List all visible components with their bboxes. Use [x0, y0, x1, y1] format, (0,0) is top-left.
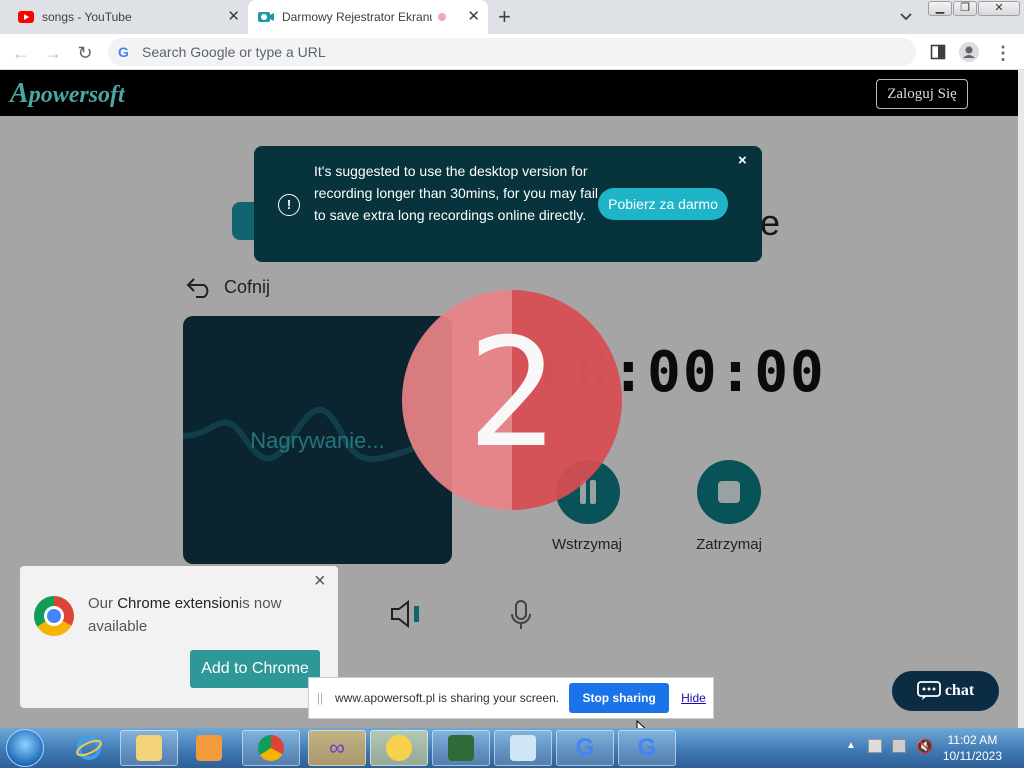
- chevron-down-icon[interactable]: [896, 6, 916, 26]
- apowersoft-logo[interactable]: Apowersoft: [10, 78, 125, 110]
- warning-icon: !: [278, 194, 300, 216]
- side-panel-icon[interactable]: [930, 44, 946, 60]
- sharing-message: www.apowersoft.pl is sharing your screen…: [335, 691, 560, 705]
- mouse-cursor-icon: [636, 720, 646, 728]
- google-icon[interactable]: G: [556, 730, 614, 766]
- google-icon[interactable]: G: [618, 730, 676, 766]
- windows-taskbar: ∞ G G ▲ 🔇 11:02 AM 10/11/2023: [0, 728, 1024, 768]
- drag-handle-icon[interactable]: ||: [309, 691, 331, 705]
- system-monitor-icon[interactable]: [432, 730, 490, 766]
- bee-app-icon[interactable]: [370, 730, 428, 766]
- close-window-button[interactable]: ✕: [978, 1, 1020, 16]
- restore-button[interactable]: ❐: [953, 1, 977, 16]
- tab-strip: songs - YouTube ✕ Darmowy Rejestrator Ek…: [0, 0, 1024, 34]
- tab-title: Darmowy Rejestrator Ekranu: [282, 10, 432, 24]
- page-scrollbar[interactable]: [1018, 70, 1024, 728]
- notepad-icon[interactable]: [494, 730, 552, 766]
- infinity-app-icon[interactable]: ∞: [308, 730, 366, 766]
- chat-label: chat: [944, 682, 975, 699]
- close-tab-icon[interactable]: ✕: [227, 9, 240, 25]
- desktop-version-notice: ! It's suggested to use the desktop vers…: [254, 146, 762, 262]
- back-arrow-icon[interactable]: ←: [10, 42, 32, 64]
- tab-title: songs - YouTube: [42, 10, 132, 24]
- show-hidden-icons-icon[interactable]: ▲: [846, 740, 856, 751]
- chrome-extension-popup: Our Chrome extensionis now available × A…: [20, 566, 338, 708]
- clock[interactable]: 11:02 AM 10/11/2023: [943, 732, 1002, 764]
- download-free-button[interactable]: Pobierz za darmo: [598, 188, 728, 220]
- extension-text-prefix: Our: [88, 595, 118, 612]
- google-icon: G: [118, 44, 129, 60]
- file-explorer-icon[interactable]: [120, 730, 178, 766]
- tab-apowersoft[interactable]: Darmowy Rejestrator Ekranu ✕: [248, 0, 488, 34]
- kebab-menu-icon[interactable]: ⋮: [992, 42, 1014, 64]
- countdown-circle: 2: [402, 290, 622, 510]
- media-player-icon[interactable]: [180, 730, 238, 766]
- add-to-chrome-button[interactable]: Add to Chrome: [190, 650, 320, 688]
- close-icon[interactable]: ×: [738, 152, 747, 169]
- forward-arrow-icon[interactable]: →: [42, 42, 64, 64]
- reload-icon[interactable]: ↻: [74, 42, 96, 64]
- close-icon[interactable]: ×: [314, 570, 326, 593]
- login-button[interactable]: Zaloguj Się: [876, 79, 968, 109]
- extension-text: Our Chrome extensionis now available: [88, 592, 318, 638]
- hide-link[interactable]: Hide: [681, 691, 706, 705]
- clock-date: 10/11/2023: [942, 749, 1002, 763]
- internet-explorer-icon[interactable]: [60, 730, 118, 766]
- clock-time: 11:02 AM: [947, 733, 998, 747]
- web-page: Apowersoft Zaloguj Się e Cofnij Nagrywan…: [0, 70, 1018, 728]
- apowersoft-icon: [258, 12, 274, 22]
- volume-muted-icon[interactable]: 🔇: [916, 738, 933, 755]
- minimize-button[interactable]: ▁: [928, 1, 952, 16]
- youtube-icon: [18, 11, 34, 23]
- system-tray: ▲ 🔇 11:02 AM 10/11/2023: [842, 728, 1022, 768]
- browser-toolbar: ← → ↻ G Search Google or type a URL ⋮: [0, 34, 1024, 70]
- notice-text: It's suggested to use the desktop versio…: [314, 163, 599, 223]
- tab-youtube[interactable]: songs - YouTube ✕: [8, 0, 248, 34]
- new-tab-button[interactable]: +: [498, 4, 511, 30]
- logo-text: powersoft: [28, 82, 125, 108]
- countdown-number: 2: [466, 307, 558, 481]
- profile-avatar-icon[interactable]: [959, 42, 979, 62]
- chat-bubble-icon: [916, 681, 941, 700]
- close-tab-icon[interactable]: ✕: [467, 9, 480, 25]
- chat-button[interactable]: chat: [892, 671, 999, 711]
- action-center-icon[interactable]: [868, 739, 882, 753]
- start-button[interactable]: [6, 729, 44, 767]
- network-icon[interactable]: [892, 739, 906, 753]
- logo-initial: A: [10, 78, 29, 109]
- chrome-icon: [34, 596, 74, 636]
- screen-share-bar: || www.apowersoft.pl is sharing your scr…: [308, 677, 714, 719]
- omnibox-placeholder: Search Google or type a URL: [142, 44, 326, 60]
- stop-sharing-button[interactable]: Stop sharing: [569, 683, 670, 713]
- site-header: Apowersoft Zaloguj Się: [0, 70, 1018, 116]
- recording-indicator-icon: [438, 13, 446, 21]
- extension-text-bold: Chrome extension: [117, 595, 239, 612]
- omnibox[interactable]: G Search Google or type a URL: [108, 38, 916, 66]
- chrome-icon[interactable]: [242, 730, 300, 766]
